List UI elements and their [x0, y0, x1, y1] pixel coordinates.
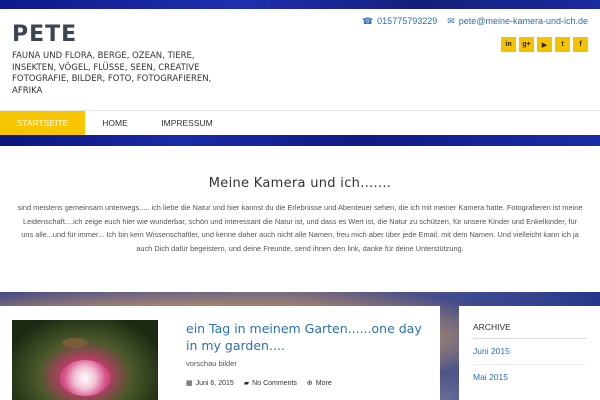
email-address: pete@meine-kamera-und-ich.de: [458, 16, 588, 26]
phone-contact[interactable]: ☎ 015775793229: [362, 16, 437, 27]
site-title[interactable]: PETE: [12, 22, 77, 47]
google-plus-icon[interactable]: g+: [519, 37, 534, 52]
archive-link-mai-2015[interactable]: Mai 2015: [459, 365, 600, 382]
phone-number: 015775793229: [377, 16, 438, 26]
archive-heading: ARCHIVE: [473, 322, 511, 332]
intro-section: Meine Kamera und ich....... sind meisten…: [0, 146, 600, 292]
header-stripe: [0, 0, 600, 9]
intro-text: sind meistens gemeinsam unterwegs..... i…: [17, 203, 583, 253]
post-comments-text: No Comments: [252, 379, 297, 387]
post-comments[interactable]: ▰ No Comments: [243, 379, 297, 388]
post-title[interactable]: ein Tag in meinem Garten......one day in…: [186, 320, 436, 354]
post-date[interactable]: ▦ Juni 6, 2015: [186, 379, 234, 388]
linkedin-icon[interactable]: in: [501, 37, 516, 52]
site-tagline: FAUNA UND FLORA, BERGE, OZEAN, TIERE, IN…: [12, 51, 212, 96]
twitter-icon[interactable]: t: [555, 37, 570, 52]
comment-icon: ▰: [243, 380, 250, 387]
envelope-icon: ✉: [447, 16, 455, 26]
nav-item-home[interactable]: HOME: [85, 111, 145, 136]
post-meta: ▦ Juni 6, 2015 ▰ No Comments ⊕ More: [186, 379, 332, 388]
facebook-icon[interactable]: f: [573, 37, 588, 52]
post-thumbnail[interactable]: [12, 320, 158, 400]
phone-icon: ☎: [361, 16, 374, 26]
post-date-text: Juni 6, 2015: [195, 379, 234, 387]
flower-shape: [60, 360, 110, 396]
intro-heading: Meine Kamera und ich.......: [208, 176, 392, 191]
sidebar: ARCHIVE Juni 2015 Mai 2015: [459, 306, 600, 400]
archive-link-juni-2015[interactable]: Juni 2015: [459, 339, 600, 356]
nav-item-startseite[interactable]: STARTSEITE: [0, 111, 85, 136]
post-more[interactable]: ⊕ More: [306, 379, 332, 388]
post-excerpt: vorschau bilder: [186, 359, 237, 368]
main-nav: STARTSEITE HOME IMPRESSUM: [0, 110, 600, 136]
social-links: in g+ ▶ t f: [501, 37, 588, 52]
more-circle-icon: ⊕: [306, 380, 313, 387]
site-header: PETE FAUNA UND FLORA, BERGE, OZEAN, TIER…: [0, 0, 600, 100]
post-more-text: More: [315, 379, 332, 387]
youtube-icon[interactable]: ▶: [537, 37, 552, 52]
calendar-icon: ▦: [186, 380, 193, 387]
nav-stripe: [0, 135, 600, 146]
nav-item-impressum[interactable]: IMPRESSUM: [150, 111, 224, 136]
contact-bar: ☎ 015775793229 ✉ pete@meine-kamera-und-ich…: [362, 16, 588, 27]
hummingbird-moth-shape: [62, 338, 88, 348]
post-card: ein Tag in meinem Garten......one day in…: [0, 306, 440, 400]
email-contact[interactable]: ✉ pete@meine-kamera-und-ich.de: [447, 16, 588, 27]
